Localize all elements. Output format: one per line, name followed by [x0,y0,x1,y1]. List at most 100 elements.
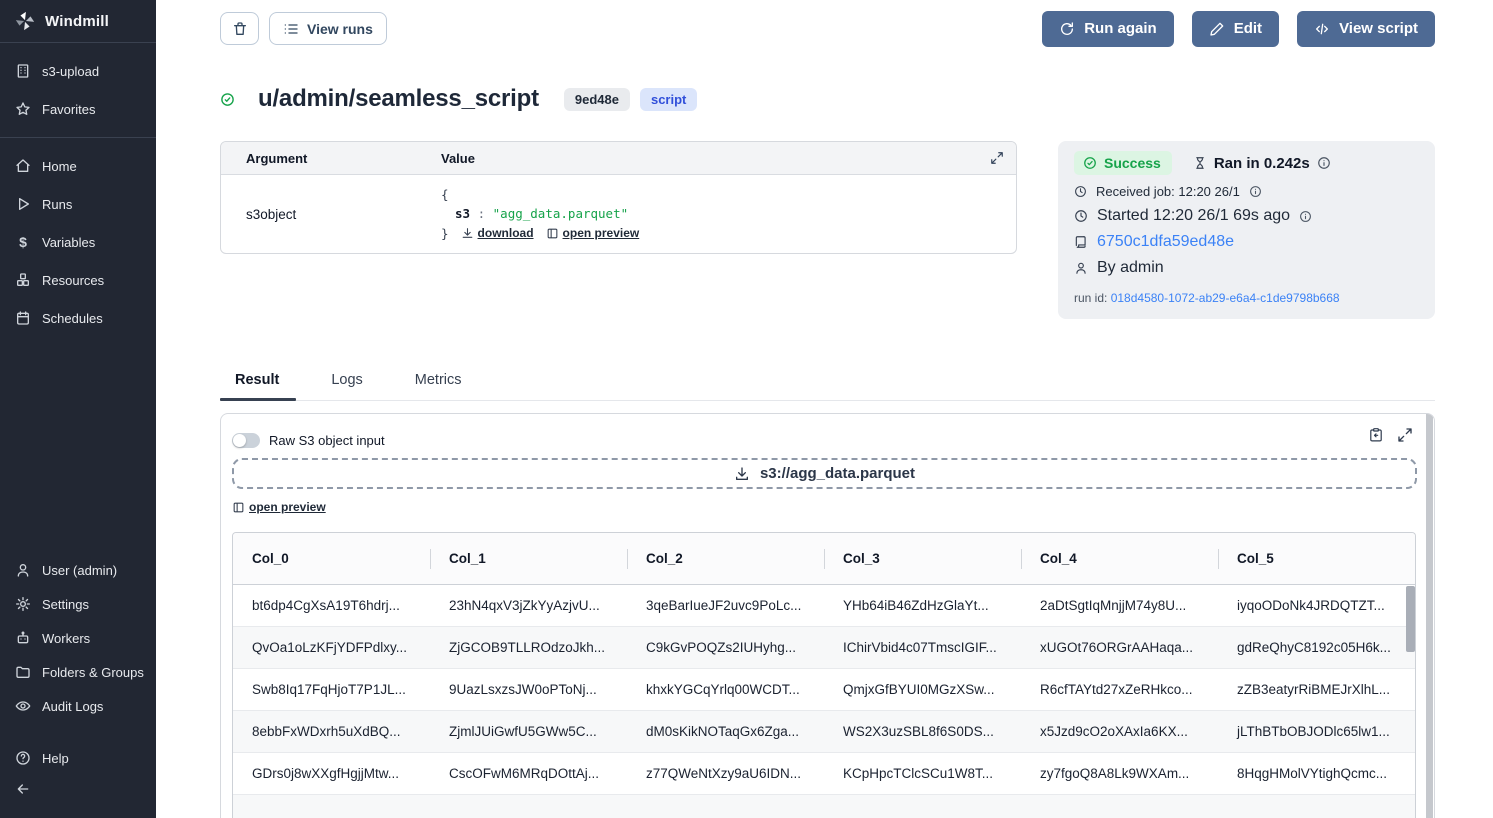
run-id-link[interactable]: 018d4580-1072-ab29-e6a4-c1de9798b668 [1111,291,1340,305]
title-row: u/admin/seamless_script 9ed48e script [220,84,1435,114]
sidebar-item-workers[interactable]: Workers [0,621,156,655]
arguments-table-header: Argument Value [221,142,1016,175]
table-cell [233,795,1415,818]
column-header[interactable]: Col_3 [824,533,1021,585]
view-runs-label: View runs [307,21,373,37]
info-icon[interactable] [1317,156,1331,170]
info-icon[interactable] [1299,210,1312,223]
sidebar-item-workspace[interactable]: s3-upload [0,52,156,90]
download-link[interactable]: download [461,224,534,243]
table-cell: 8HqgHMolVYtighQcmc... [1218,753,1415,795]
sidebar-item-label: Runs [42,197,72,212]
help-group: Help [0,732,156,818]
edit-label: Edit [1234,20,1262,37]
calendar-icon [15,310,31,326]
run-id-line: run id: 018d4580-1072-ab29-e6a4-c1de9798… [1074,291,1419,305]
table-cell: 23hN4qxV3jZkYyAzjvU... [430,585,627,627]
open-preview-link[interactable]: open preview [546,224,640,243]
code-icon [1314,21,1330,37]
table-cell: ZjGCOB9TLLROdzoJkh... [430,627,627,669]
sidebar-item-variables[interactable]: $ Variables [0,223,156,261]
started-line: Started 12:20 26/1 69s ago [1074,207,1419,225]
tab-result[interactable]: Result [220,372,296,400]
job-hash-link[interactable]: 6750c1dfa59ed48e [1097,233,1234,251]
collapse-sidebar-icon[interactable] [15,781,31,797]
table-row: QvOa1oLzKFjYDFPdlxy... ZjGCOB9TLLROdzoJk… [233,627,1415,669]
table-cell: khxkYGCqYrlq00WCDT... [627,669,824,711]
sidebar-item-favorites[interactable]: Favorites [0,90,156,128]
s3-file-download-zone[interactable]: s3://agg_data.parquet [232,458,1417,489]
pencil-icon [1209,21,1225,37]
table-cell: CscOFwM6MRqDOttAj... [430,753,627,795]
expand-result-icon[interactable] [1397,427,1413,443]
scroll-icon [1074,235,1088,249]
delete-button[interactable] [220,12,259,45]
json-colon: : [478,206,486,221]
column-header[interactable]: Col_2 [627,533,824,585]
run-again-button[interactable]: Run again [1042,11,1174,47]
table-cell: x5Jzd9cO2oXAxIa6KX... [1021,711,1218,753]
table-vertical-scrollbar[interactable] [1406,586,1415,652]
script-type-badge: script [640,88,697,111]
column-header[interactable]: Col_0 [233,533,430,585]
panel-vertical-scrollbar[interactable] [1426,414,1433,818]
open-preview-link[interactable]: open preview [232,500,326,514]
raw-s3-toggle[interactable] [232,433,260,448]
view-runs-button[interactable]: View runs [269,12,387,45]
column-header[interactable]: Col_1 [430,533,627,585]
table-cell: C9kGvPOQZs2IUHyhg... [627,627,824,669]
sidebar-item-resources[interactable]: Resources [0,261,156,299]
table-cell: QmjxGfBYUI0MGzXSw... [824,669,1021,711]
column-header[interactable]: Col_5 [1218,533,1415,585]
sidebar-item-help[interactable]: Help [0,741,156,775]
sidebar-item-home[interactable]: Home [0,147,156,185]
brand[interactable]: Windmill [0,0,156,42]
info-icon[interactable] [1249,185,1262,198]
column-header[interactable]: Col_4 [1021,533,1218,585]
download-icon [461,227,474,240]
copy-result-icon[interactable] [1368,427,1384,443]
table-cell: iyqoODoNk4JRDQTZT... [1218,585,1415,627]
sidebar-item-folders-groups[interactable]: Folders & Groups [0,655,156,689]
table-cell: 9UazLsxzsJW0oPToNj... [430,669,627,711]
argument-value-json: { s3 : "agg_data.parquet" } [441,175,1016,253]
open-preview-icon [546,227,559,240]
json-brace-open: { [441,185,1016,204]
clock-icon [1074,209,1088,223]
table-cell: Swb8Iq17FqHjoT7P1JL... [233,669,430,711]
raw-s3-toggle-row: Raw S3 object input [232,433,1434,448]
sidebar-item-schedules[interactable]: Schedules [0,299,156,337]
trash-icon [232,21,248,37]
sidebar-item-label: Home [42,159,77,174]
folder-icon [15,664,31,680]
list-icon [283,21,299,37]
view-script-label: View script [1339,20,1418,37]
edit-button[interactable]: Edit [1192,11,1279,47]
windmill-logo-icon [14,10,36,32]
expand-icon[interactable] [990,151,1004,165]
table-cell: QvOa1oLzKFjYDFPdlxy... [233,627,430,669]
view-script-button[interactable]: View script [1297,11,1435,47]
boxes-icon [15,272,31,288]
table-cell: IChirVbid4c07TmscIGIF... [824,627,1021,669]
argument-row: s3object { s3 : "agg_data.parquet" } [221,175,1016,253]
success-badge: Success [1074,151,1172,175]
table-cell: zy7fgoQ8A8Lk9WXAm... [1021,753,1218,795]
sidebar-item-user[interactable]: User (admin) [0,553,156,587]
spacer [0,346,156,544]
sidebar-item-label: Schedules [42,311,103,326]
help-icon [15,750,31,766]
table-cell: ZjmlJUiGwfU5GWw5C... [430,711,627,753]
sidebar-item-settings[interactable]: Settings [0,587,156,621]
tab-logs[interactable]: Logs [316,372,379,400]
sidebar-item-runs[interactable]: Runs [0,185,156,223]
table-cell: xUGOt76ORGrAAHaqa... [1021,627,1218,669]
tab-metrics[interactable]: Metrics [400,372,479,400]
open-preview-icon [232,501,245,514]
sidebar-item-audit-logs[interactable]: Audit Logs [0,689,156,723]
table-row-partial [233,795,1415,818]
job-hash-line: 6750c1dfa59ed48e [1074,233,1419,251]
run-duration: Ran in 0.242s [1193,155,1331,172]
sidebar-item-label: Variables [42,235,95,250]
hourglass-icon [1193,156,1207,170]
